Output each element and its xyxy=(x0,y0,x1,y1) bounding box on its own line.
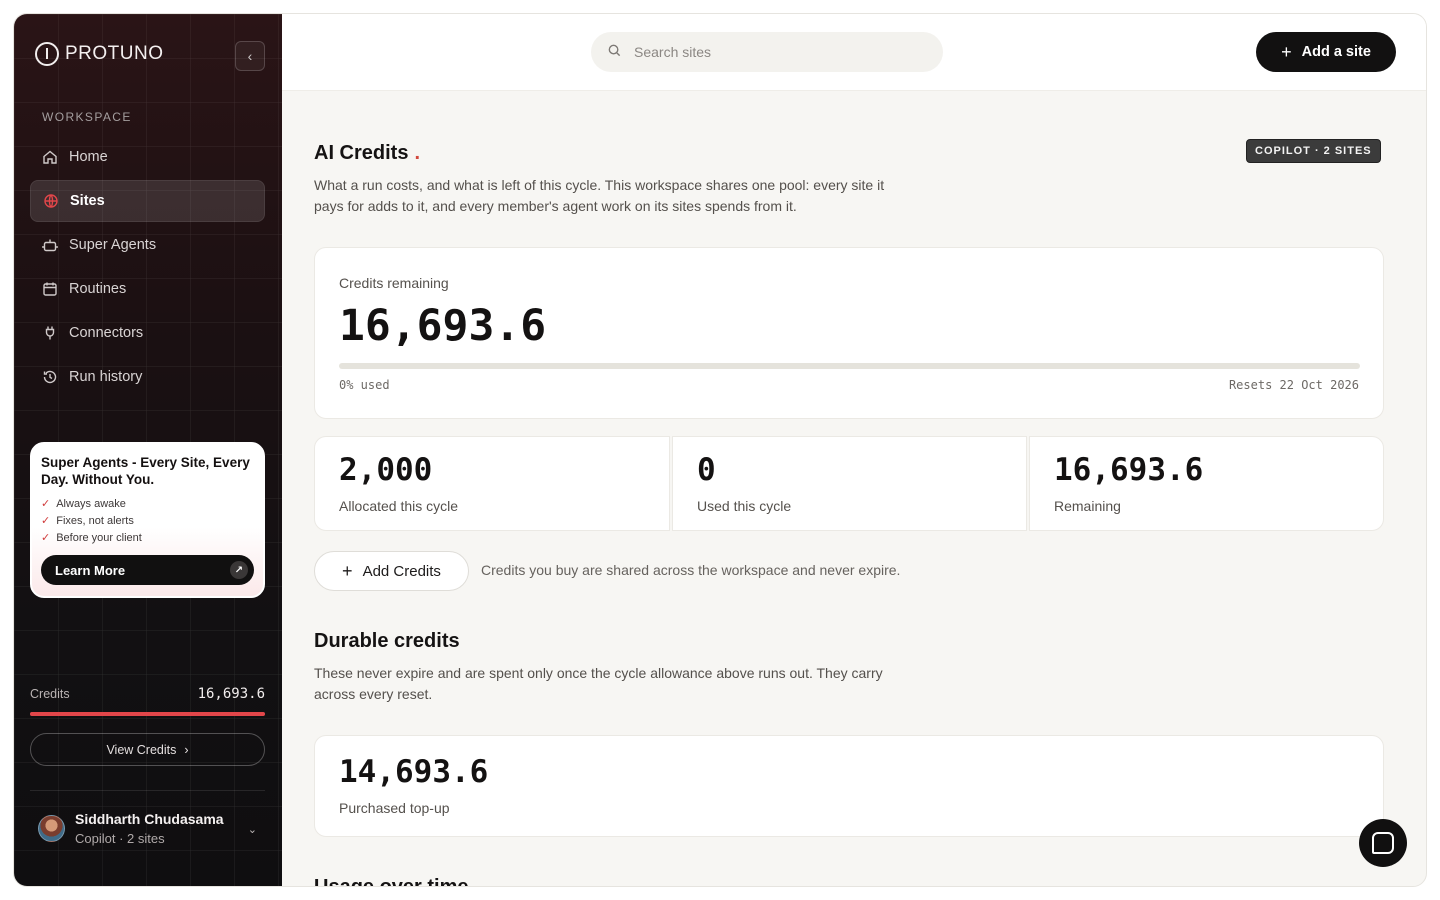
promo-bullet: ✓ Always awake xyxy=(41,496,254,513)
check-icon: ✓ xyxy=(41,515,51,527)
add-credits-note: Credits you buy are shared across the wo… xyxy=(481,562,901,578)
stat-label: Remaining xyxy=(1054,498,1121,514)
user-menu[interactable]: Siddharth Chudasama Copilot · 2 sites ⌄ xyxy=(38,811,265,846)
add-credits-label: Add Credits xyxy=(362,562,441,580)
brand-name: PROTUNO xyxy=(65,43,164,64)
stat-card-remaining: 16,693.6 Remaining xyxy=(1029,436,1384,531)
credits-remaining-value: 16,693.6 xyxy=(339,301,547,351)
promo-bullet-text: Before your client xyxy=(56,532,142,544)
stat-card-allocated: 2,000 Allocated this cycle xyxy=(314,436,670,531)
chevron-down-icon: ⌄ xyxy=(247,824,257,836)
credits-progress-bar xyxy=(30,712,265,716)
home-icon xyxy=(42,149,58,165)
credits-remaining-card: Credits remaining 16,693.6 0% used Reset… xyxy=(314,247,1384,419)
robot-icon xyxy=(42,237,58,253)
top-bar: Search sites + Add a site xyxy=(282,14,1426,91)
sidebar-divider xyxy=(30,790,265,791)
arrow-up-right-icon: ↗ xyxy=(230,561,248,579)
learn-more-button[interactable]: Learn More ↗ xyxy=(41,555,254,585)
durable-credits-label: Purchased top-up xyxy=(339,800,450,816)
promo-bullet: ✓ Before your client xyxy=(41,530,254,547)
page-title: AI Credits. xyxy=(314,142,420,165)
reset-date: Resets 22 Oct 2026 xyxy=(1228,378,1359,392)
app-window: PROTUNO ‹ WORKSPACE Home Sites Super Age… xyxy=(13,13,1427,887)
stat-value: 0 xyxy=(697,452,716,488)
credits-value: 16,693.6 xyxy=(197,686,265,702)
add-site-label: Add a site xyxy=(1301,44,1371,60)
sidebar-item-label: Super Agents xyxy=(69,237,157,253)
promo-bullet-text: Always awake xyxy=(56,498,126,510)
durable-credits-title: Durable credits xyxy=(314,630,460,652)
durable-credits-value: 14,693.6 xyxy=(339,754,489,790)
credits-label: Credits xyxy=(30,687,70,701)
durable-credits-card: 14,693.6 Purchased top-up xyxy=(314,735,1384,837)
sidebar-item-sites[interactable]: Sites xyxy=(30,180,265,222)
chat-icon xyxy=(1372,832,1394,854)
used-percent: 0% used xyxy=(339,378,390,392)
sidebar-item-connectors[interactable]: Connectors xyxy=(30,312,265,354)
stat-value: 2,000 xyxy=(339,452,433,488)
globe-icon xyxy=(43,193,59,209)
user-subtitle: Copilot · 2 sites xyxy=(75,831,165,846)
stat-card-used: 0 Used this cycle xyxy=(672,436,1027,531)
sidebar-credits: Credits 16,693.6 xyxy=(30,686,265,702)
plus-icon: + xyxy=(342,560,353,581)
main-content: AI Credits. COPILOT · 2 SITES What a run… xyxy=(282,91,1426,887)
add-site-button[interactable]: + Add a site xyxy=(1256,32,1396,72)
search-placeholder: Search sites xyxy=(634,44,712,60)
stat-label: Allocated this cycle xyxy=(339,498,459,514)
chat-launcher-button[interactable] xyxy=(1359,819,1407,867)
sidebar-item-label: Routines xyxy=(69,281,127,297)
plug-icon xyxy=(42,325,58,341)
sidebar-item-label: Run history xyxy=(69,369,143,385)
promo-title: Super Agents - Every Site, Every Day. Wi… xyxy=(41,455,250,487)
super-agents-promo-card: Super Agents - Every Site, Every Day. Wi… xyxy=(30,442,265,598)
sidebar-item-label: Connectors xyxy=(69,325,144,341)
search-input[interactable]: Search sites xyxy=(591,32,943,72)
learn-more-label: Learn More xyxy=(55,562,126,578)
search-icon xyxy=(607,43,622,61)
stat-label: Used this cycle xyxy=(697,498,792,514)
title-accent-dot: . xyxy=(414,142,421,164)
sidebar-item-super-agents[interactable]: Super Agents xyxy=(30,224,265,266)
brand-logo[interactable]: PROTUNO xyxy=(35,42,164,66)
credits-progress-fill xyxy=(30,712,265,716)
promo-bullet: ✓ Fixes, not alerts xyxy=(41,513,254,530)
sidebar-item-run-history[interactable]: Run history xyxy=(30,356,265,398)
add-credits-button[interactable]: + Add Credits xyxy=(314,551,469,591)
avatar xyxy=(38,815,65,842)
promo-bullet-list: ✓ Always awake ✓ Fixes, not alerts ✓ Before… xyxy=(41,496,254,547)
calendar-icon xyxy=(42,281,58,297)
plan-badge: COPILOT · 2 SITES xyxy=(1246,139,1381,163)
view-credits-label: View Credits xyxy=(106,742,177,757)
cycle-usage-progress xyxy=(339,363,1360,369)
sidebar-nav: Home Sites Super Agents Routines Connect… xyxy=(30,136,265,400)
plus-icon: + xyxy=(1281,41,1292,62)
sidebar: PROTUNO ‹ WORKSPACE Home Sites Super Age… xyxy=(14,14,282,886)
collapse-sidebar-button[interactable]: ‹ xyxy=(235,41,265,71)
sidebar-item-home[interactable]: Home xyxy=(30,136,265,178)
promo-bullet-text: Fixes, not alerts xyxy=(56,515,134,527)
page-title-text: AI Credits xyxy=(314,142,409,164)
sidebar-item-label: Home xyxy=(69,149,108,165)
usage-over-time-title: Usage over time xyxy=(314,876,469,887)
check-icon: ✓ xyxy=(41,498,51,510)
sidebar-item-routines[interactable]: Routines xyxy=(30,268,265,310)
chevron-left-icon: ‹ xyxy=(247,48,253,64)
check-icon: ✓ xyxy=(41,532,51,544)
chevron-right-icon: › xyxy=(184,742,189,757)
workspace-section-label: WORKSPACE xyxy=(42,110,132,124)
credits-remaining-label: Credits remaining xyxy=(339,275,449,291)
brand-mark-icon xyxy=(35,42,59,66)
view-credits-button[interactable]: View Credits › xyxy=(30,733,265,766)
durable-credits-description: These never expire and are spent only on… xyxy=(314,665,883,702)
user-name: Siddharth Chudasama xyxy=(75,811,224,827)
ai-credits-description: What a run costs, and what is left of th… xyxy=(314,177,885,214)
history-icon xyxy=(42,369,58,385)
stat-value: 16,693.6 xyxy=(1054,452,1204,488)
sidebar-item-label: Sites xyxy=(70,193,105,209)
